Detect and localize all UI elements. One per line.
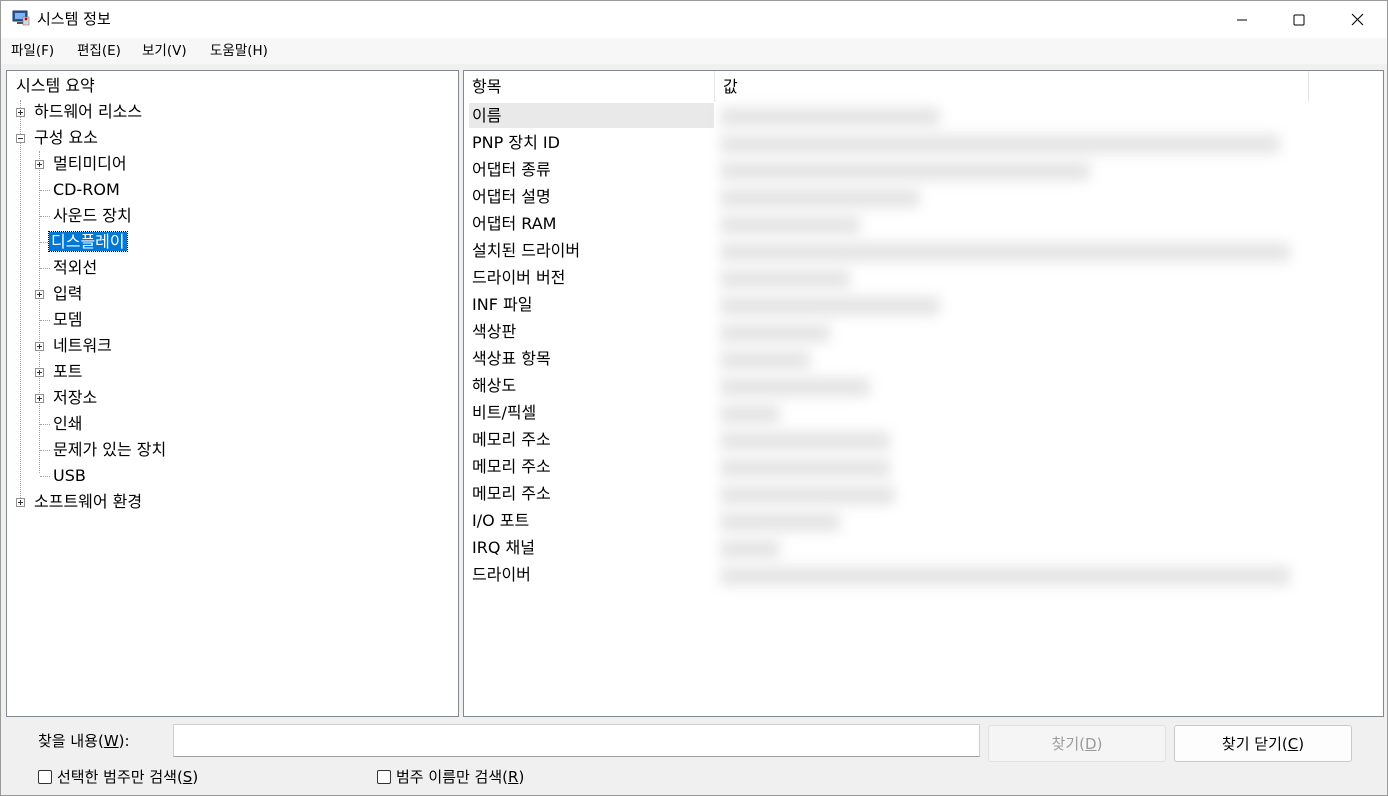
expand-plus-icon[interactable] — [16, 108, 25, 117]
expand-plus-icon[interactable] — [35, 368, 44, 377]
list-item[interactable]: 설치된 드라이버 — [472, 237, 580, 264]
list-item[interactable]: 어댑터 RAM — [472, 210, 556, 237]
redacted-value — [720, 539, 780, 559]
tree-item-printing[interactable]: 인쇄 — [51, 412, 84, 436]
tree-item-multimedia[interactable]: 멀티미디어 — [51, 152, 129, 176]
menu-bar: 파일(F) 편집(E) 보기(V) 도움말(H) — [1, 38, 1387, 64]
redacted-value — [720, 188, 920, 208]
menu-help[interactable]: 도움말(H) — [210, 42, 268, 60]
category-tree[interactable]: 시스템 요약 하드웨어 리소스 구성 요소 멀티미디어 CD-ROM 사운드 장… — [6, 70, 459, 717]
redacted-value — [720, 269, 850, 289]
tree-item-system-summary[interactable]: 시스템 요약 — [14, 74, 97, 98]
column-header-item[interactable]: 항목 — [464, 71, 714, 102]
expand-plus-icon[interactable] — [16, 498, 25, 507]
expand-plus-icon[interactable] — [35, 342, 44, 351]
expand-plus-icon[interactable] — [35, 160, 44, 169]
list-item[interactable]: PNP 장치 ID — [472, 129, 560, 156]
list-item[interactable]: 비트/픽셀 — [472, 399, 536, 426]
redacted-value — [720, 458, 890, 478]
find-what-input[interactable] — [173, 724, 980, 757]
title-bar[interactable]: 시스템 정보 — [1, 1, 1387, 38]
search-selected-category-checkbox[interactable] — [38, 770, 52, 784]
expand-plus-icon[interactable] — [35, 394, 44, 403]
list-item[interactable]: 어댑터 설명 — [472, 183, 551, 210]
list-item[interactable]: 드라이버 — [472, 561, 531, 588]
tree-item-input[interactable]: 입력 — [51, 282, 84, 306]
tree-item-infrared[interactable]: 적외선 — [51, 256, 99, 280]
redacted-value — [720, 161, 1090, 181]
tree-item-usb[interactable]: USB — [51, 464, 88, 488]
list-item[interactable]: 메모리 주소 — [472, 453, 551, 480]
list-item[interactable]: 메모리 주소 — [472, 480, 551, 507]
redacted-value — [720, 296, 940, 316]
tree-item-network[interactable]: 네트워크 — [51, 334, 114, 358]
tree-item-sound-device[interactable]: 사운드 장치 — [51, 204, 134, 228]
search-selected-category-label[interactable]: 선택한 범주만 검색(S) — [57, 767, 198, 787]
tree-item-cdrom[interactable]: CD-ROM — [51, 178, 122, 202]
system-info-app-icon — [12, 10, 30, 26]
list-item[interactable]: 이름 — [472, 102, 501, 129]
list-item[interactable]: 색상판 — [472, 318, 516, 345]
minimize-icon — [1237, 19, 1247, 20]
menu-edit[interactable]: 편집(E) — [77, 42, 121, 60]
tree-item-components[interactable]: 구성 요소 — [32, 126, 100, 150]
tree-item-hardware-resources[interactable]: 하드웨어 리소스 — [32, 100, 144, 124]
close-window-button[interactable] — [1328, 1, 1386, 38]
tree-item-modem[interactable]: 모뎀 — [51, 308, 84, 332]
menu-file[interactable]: 파일(F) — [11, 42, 54, 60]
list-item[interactable]: 색상표 항목 — [472, 345, 551, 372]
list-item[interactable]: INF 파일 — [472, 291, 532, 318]
column-header-value[interactable]: 값 — [715, 71, 1308, 102]
redacted-value — [720, 431, 890, 451]
redacted-value — [720, 107, 940, 127]
close-find-button[interactable]: 찾기 닫기(C) — [1174, 725, 1352, 762]
tree-item-storage[interactable]: 저장소 — [51, 386, 99, 410]
maximize-button[interactable] — [1270, 1, 1328, 38]
redacted-value — [720, 215, 860, 235]
redacted-value — [720, 377, 870, 397]
menu-view[interactable]: 보기(V) — [142, 42, 187, 60]
search-category-names-checkbox[interactable] — [377, 770, 391, 784]
tree-item-display[interactable]: 디스플레이 — [48, 230, 128, 254]
redacted-value — [720, 404, 780, 424]
minimize-button[interactable] — [1213, 1, 1271, 38]
collapse-minus-icon[interactable] — [16, 134, 25, 143]
maximize-icon — [1293, 14, 1305, 25]
close-icon — [1351, 13, 1363, 26]
redacted-value — [720, 485, 895, 505]
search-category-names-label[interactable]: 범주 이름만 검색(R) — [396, 767, 524, 787]
redacted-value — [720, 566, 1290, 586]
list-item[interactable]: 메모리 주소 — [472, 426, 551, 453]
window-title: 시스템 정보 — [37, 10, 111, 28]
list-item[interactable]: IRQ 채널 — [472, 534, 535, 561]
find-what-label: 찾을 내용(W): — [38, 732, 130, 750]
redacted-value — [720, 323, 830, 343]
tree-item-ports[interactable]: 포트 — [51, 360, 84, 384]
redacted-value — [720, 512, 840, 532]
selected-row-highlight — [469, 103, 714, 128]
list-item[interactable]: 해상도 — [472, 372, 516, 399]
list-item[interactable]: 어댑터 종류 — [472, 156, 551, 183]
redacted-value — [720, 134, 1280, 154]
redacted-value — [720, 242, 1290, 262]
tree-item-problem-devices[interactable]: 문제가 있는 장치 — [51, 438, 168, 462]
list-item[interactable]: I/O 포트 — [472, 507, 529, 534]
list-item[interactable]: 드라이버 버전 — [472, 264, 565, 291]
redacted-value — [720, 350, 810, 370]
system-information-window: 시스템 정보 파일(F) 편집(E) 보기(V) 도움말(H) 시스템 요약 하… — [0, 0, 1388, 796]
details-list[interactable]: 항목 값 이름 PNP 장치 ID 어댑터 종류 어댑터 설명 어댑터 RAM … — [463, 70, 1384, 717]
expand-plus-icon[interactable] — [35, 290, 44, 299]
tree-item-software-environment[interactable]: 소프트웨어 환경 — [32, 490, 144, 514]
find-button[interactable]: 찾기(D) — [988, 725, 1166, 762]
